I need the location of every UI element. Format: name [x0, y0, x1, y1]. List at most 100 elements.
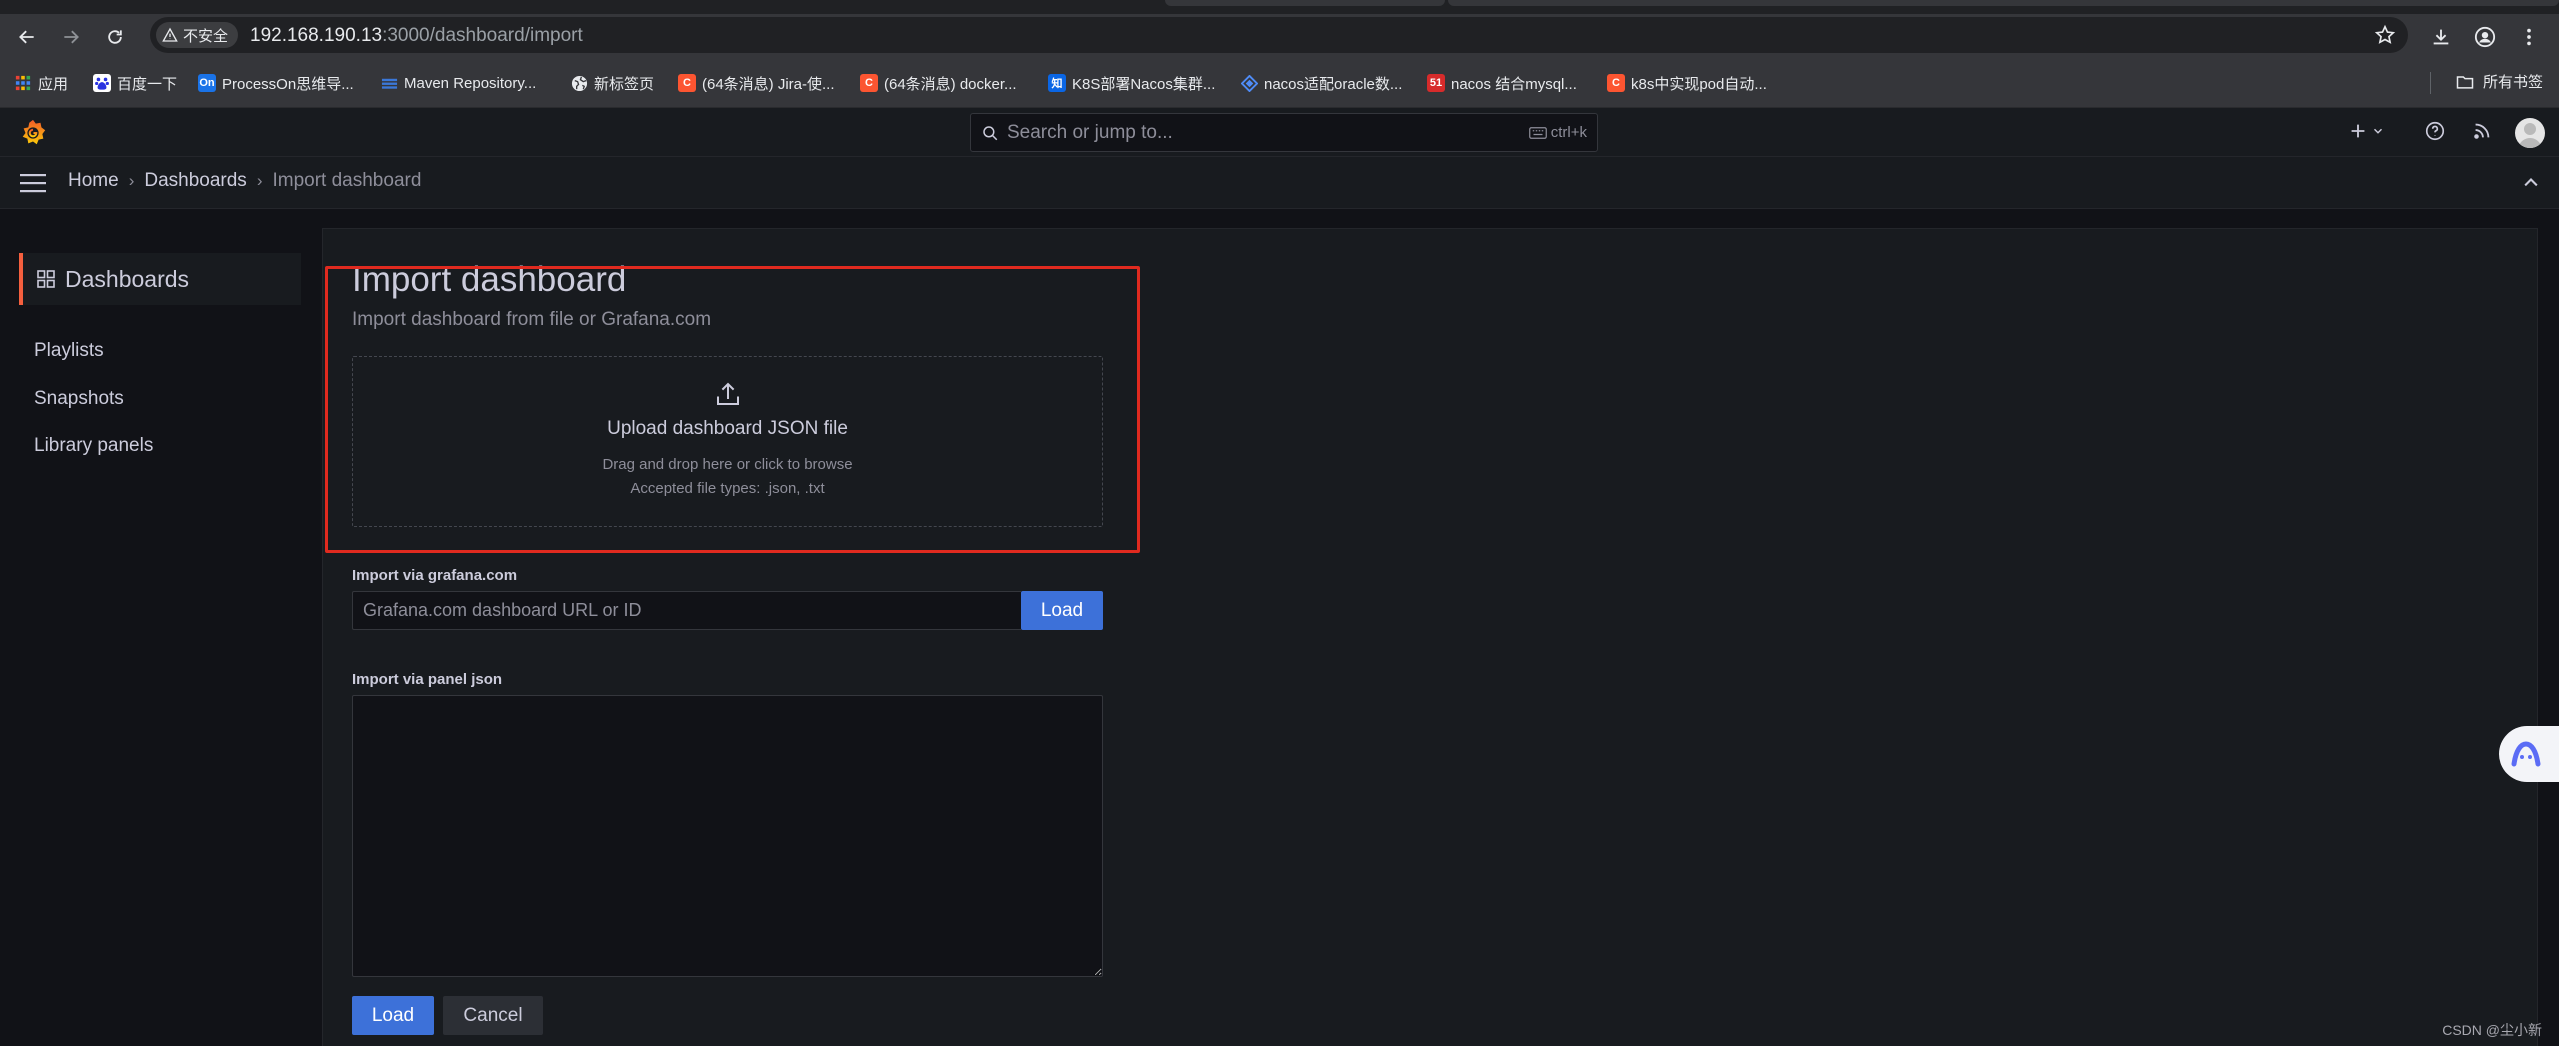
sidebar-item-dashboards[interactable]: Dashboards [19, 253, 301, 305]
browser-tab[interactable] [1165, 0, 1445, 6]
bookmark-item[interactable]: 知 K8S部署Nacos集群... [1048, 71, 1215, 95]
url-host: 192.168.190.13 [250, 25, 383, 46]
bookmarks-separator [2430, 72, 2431, 94]
bookmark-item[interactable]: nacos适配oracle数... [1240, 71, 1402, 95]
search-bar[interactable]: Search or jump to... ctrl+k [970, 113, 1598, 152]
assistant-icon [2511, 741, 2541, 767]
user-avatar[interactable] [2515, 118, 2545, 148]
assistant-float-button[interactable] [2499, 726, 2559, 782]
bookmark-label: ProcessOn思维导... [222, 75, 354, 93]
keyboard-icon [1528, 126, 1547, 139]
bookmark-label: 百度一下 [117, 75, 178, 93]
url-text[interactable]: 192.168.190.13:3000/dashboard/import [250, 25, 583, 47]
new-button[interactable] [2347, 120, 2385, 142]
chrome-menu-icon[interactable] [2514, 22, 2544, 52]
upload-icon [716, 382, 739, 405]
diamond-icon [1240, 74, 1258, 92]
grafana-com-load-button[interactable]: Load [1021, 591, 1103, 630]
folder-icon [2456, 75, 2474, 89]
bookmarks-bar: 所有书签 应用 百度一下 On ProcessOn思维导... Maven Reposi… [0, 58, 2559, 108]
chevron-up-icon[interactable] [2521, 174, 2541, 190]
cancel-button[interactable]: Cancel [443, 996, 543, 1035]
url-path: :3000/dashboard/import [382, 25, 583, 46]
csdn-icon: C [678, 74, 696, 92]
shortcut-label: ctrl+k [1550, 124, 1587, 141]
bookmark-item[interactable]: 应用 [14, 71, 68, 95]
breadcrumb-bar: Home › Dashboards › Import dashboard [0, 157, 2559, 209]
menu-icon[interactable] [20, 173, 46, 193]
news-feed-icon[interactable] [2471, 120, 2493, 142]
upload-title: Upload dashboard JSON file [607, 418, 848, 439]
apps-icon [37, 270, 55, 288]
upload-hint: Drag and drop here or click to browse [602, 456, 853, 473]
file-dropzone[interactable]: Upload dashboard JSON file Drag and drop… [352, 356, 1103, 527]
warning-icon [162, 27, 178, 42]
breadcrumb-separator-icon: › [128, 171, 135, 190]
browser-tab-strip [0, 0, 2559, 14]
reload-icon[interactable] [100, 22, 130, 52]
sidebar-item-label: Dashboards [65, 265, 190, 292]
all-bookmarks[interactable]: 所有书签 [2455, 71, 2543, 92]
sidebar-item-playlists[interactable]: Playlists [34, 340, 104, 362]
forward-icon[interactable] [56, 22, 86, 52]
address-bar[interactable]: 不安全 192.168.190.13:3000/dashboard/import [150, 17, 2408, 53]
bookmark-label: nacos适配oracle数... [1264, 75, 1403, 93]
baidu-icon [93, 74, 111, 92]
bookmark-label: 新标签页 [594, 75, 655, 93]
bookmark-item[interactable]: Maven Repository... [380, 71, 536, 95]
page-subtitle: Import dashboard from file or Grafana.co… [352, 309, 712, 330]
grafana-logo-icon[interactable] [18, 118, 48, 148]
back-icon[interactable] [12, 22, 42, 52]
bookmark-label: (64条消息) Jira-使... [702, 75, 835, 93]
bookmark-item[interactable]: On ProcessOn思维导... [198, 71, 354, 95]
bookmark-item[interactable]: 新标签页 [570, 71, 654, 95]
security-label: 不安全 [183, 27, 229, 45]
section-nav: Dashboards Playlists Snapshots Library p… [0, 209, 320, 1046]
search-shortcut: ctrl+k [1528, 124, 1587, 141]
bookmark-label: (64条消息) docker... [884, 75, 1017, 93]
bookmark-label: K8S部署Nacos集群... [1072, 75, 1216, 93]
processon-icon: On [198, 74, 216, 92]
load-button[interactable]: Load [352, 996, 434, 1035]
bookmark-item[interactable]: Ck8s中实现pod自动... [1607, 71, 1767, 95]
zhihu-icon: 知 [1048, 74, 1066, 92]
browser-tab[interactable] [1448, 0, 2559, 6]
csdn-icon: C [1607, 74, 1625, 92]
search-placeholder: Search or jump to... [1007, 121, 1173, 143]
breadcrumb-dashboards[interactable]: Dashboards [144, 170, 246, 192]
browser-toolbar: 不安全 192.168.190.13:3000/dashboard/import [0, 14, 2559, 58]
bookmark-label: k8s中实现pod自动... [1631, 75, 1767, 93]
grafana-topbar: Search or jump to... ctrl+k [0, 108, 2559, 157]
watermark: CSDN @尘小新 [2442, 1022, 2542, 1038]
bookmark-label: Maven Repository... [404, 74, 537, 92]
profile-icon[interactable] [2470, 22, 2500, 52]
panel-json-textarea[interactable] [352, 695, 1103, 977]
download-icon[interactable] [2426, 22, 2456, 52]
apps-grid-icon [14, 74, 32, 92]
sidebar-item-library-panels[interactable]: Library panels [34, 435, 153, 457]
bookmark-item[interactable]: 51 nacos 结合mysql... [1427, 71, 1577, 95]
plus-icon [2351, 124, 2365, 138]
page-title: Import dashboard [352, 260, 627, 299]
bookmark-label: 应用 [38, 75, 69, 93]
help-icon[interactable] [2424, 120, 2446, 142]
security-chip[interactable]: 不安全 [156, 22, 239, 48]
bookmark-star-icon[interactable] [2374, 24, 2396, 46]
all-bookmarks-label: 所有书签 [2482, 74, 2543, 91]
upload-file-types: Accepted file types: .json, .txt [630, 480, 825, 497]
grafana-com-label: Import via grafana.com [352, 567, 518, 584]
bookmark-item[interactable]: 百度一下 [93, 71, 177, 95]
csdn-icon: C [860, 74, 878, 92]
breadcrumb-home[interactable]: Home [68, 170, 119, 192]
globe-icon [570, 74, 588, 92]
bookmark-item[interactable]: C (64条消息) Jira-使... [678, 71, 835, 95]
panel-json-label: Import via panel json [352, 671, 503, 688]
maven-icon [380, 74, 398, 92]
chevron-down-icon [2373, 128, 2383, 134]
breadcrumb: Home › Dashboards › Import dashboard [68, 170, 421, 192]
sidebar-item-snapshots[interactable]: Snapshots [34, 388, 124, 410]
bookmark-item[interactable]: C (64条消息) docker... [860, 71, 1017, 95]
grafana-com-url-input[interactable] [352, 591, 1021, 630]
breadcrumb-separator-icon: › [256, 171, 263, 190]
51cto-icon: 51 [1427, 74, 1445, 92]
